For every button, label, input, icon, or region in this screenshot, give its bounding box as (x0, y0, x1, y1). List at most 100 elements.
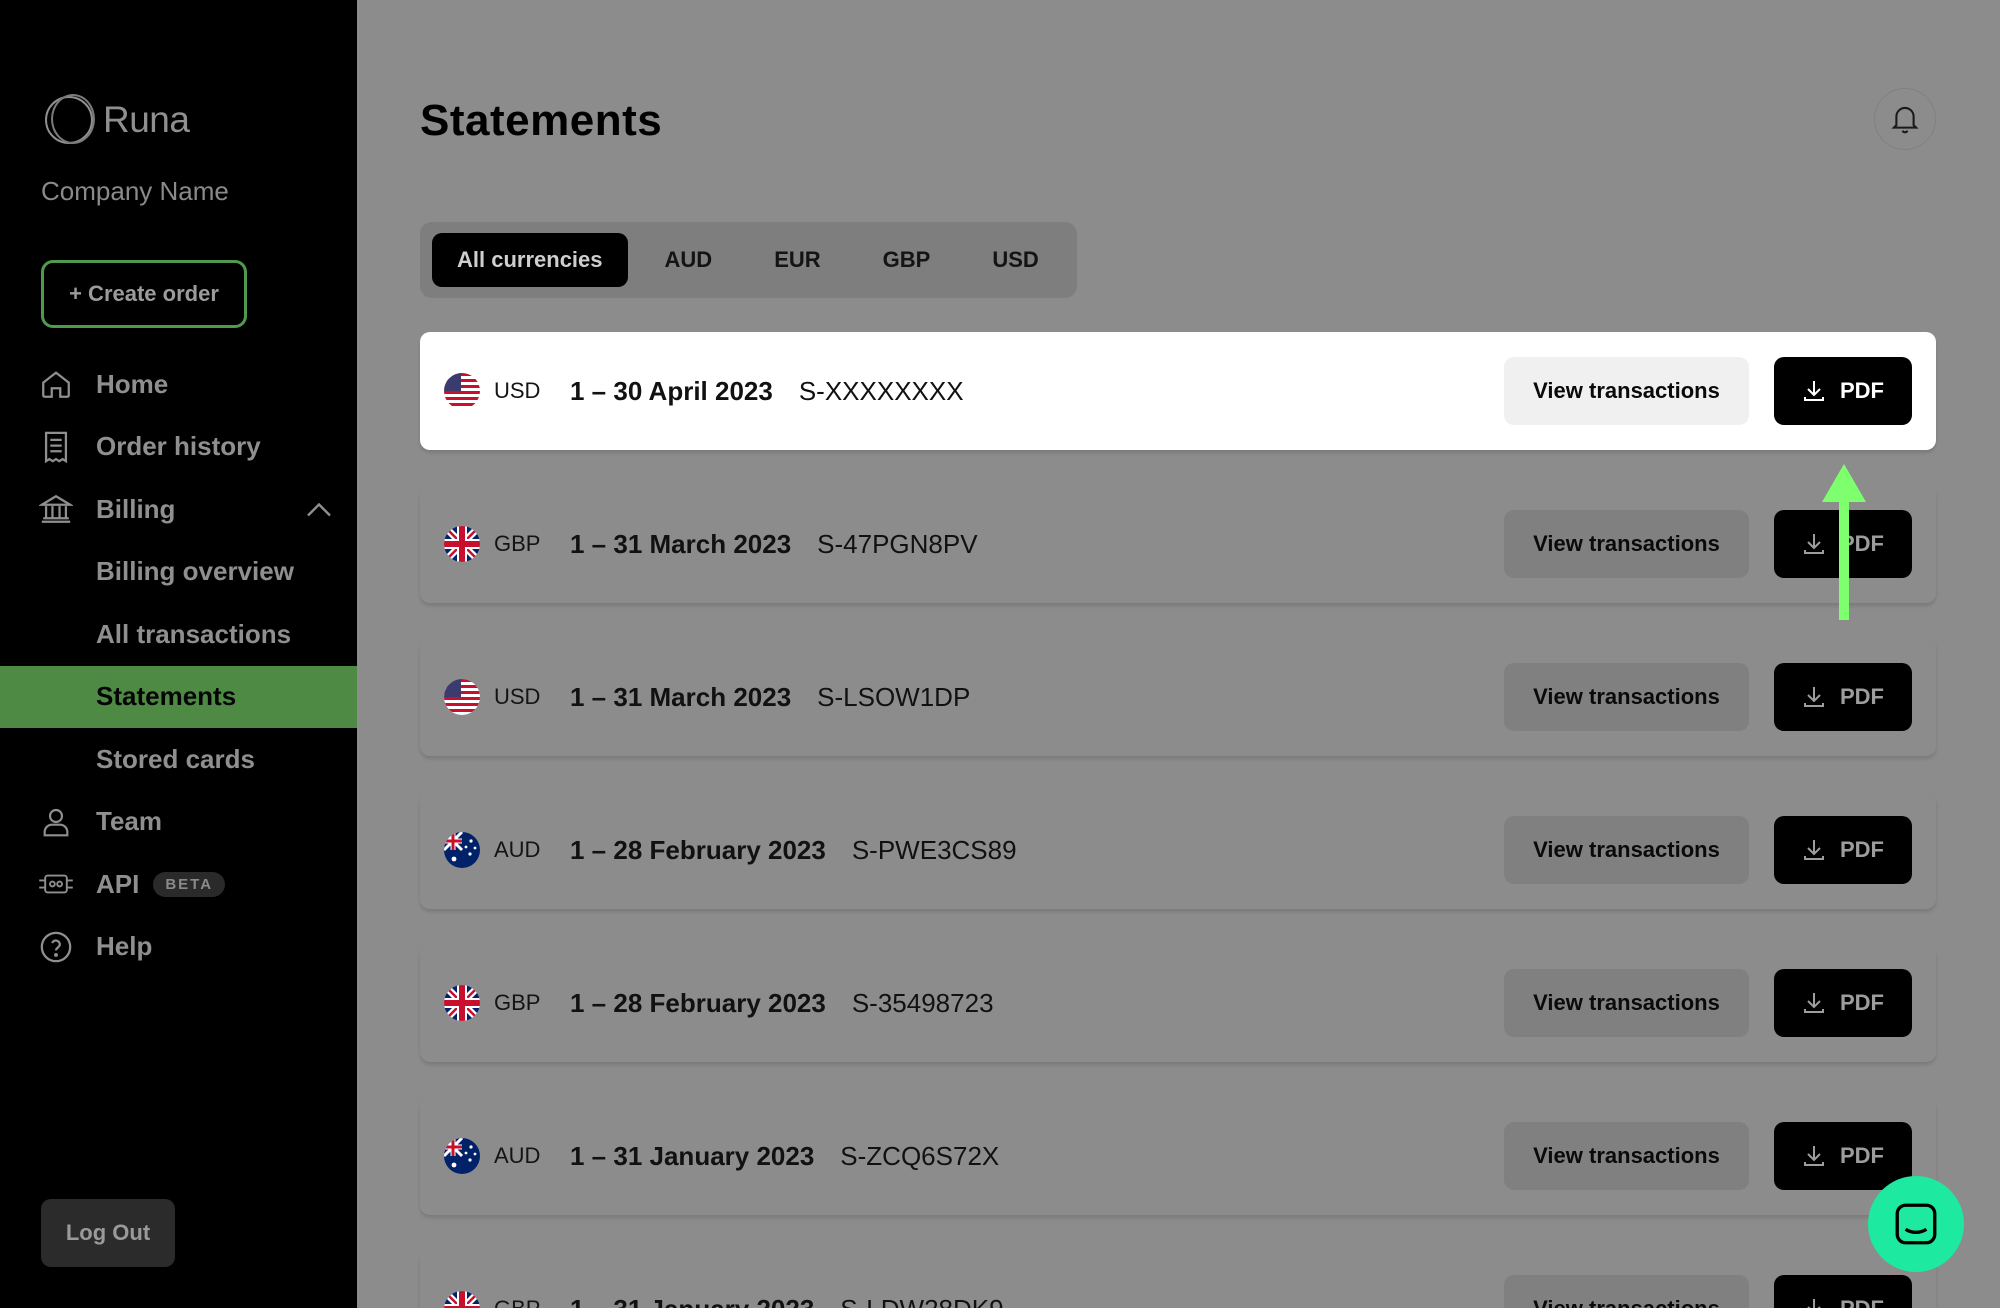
notifications-button[interactable] (1874, 88, 1936, 150)
tab-aud[interactable]: AUD (640, 233, 738, 287)
runa-logo-icon (41, 92, 97, 148)
sidebar-item-label: Stored cards (96, 743, 255, 774)
pdf-label: PDF (1840, 378, 1884, 403)
statement-info: 1 – 28 February 2023 S-PWE3CS89 (570, 835, 1017, 866)
pdf-label: PDF (1840, 837, 1884, 862)
help-icon (38, 929, 74, 965)
view-transactions-button[interactable]: View transactions (1504, 816, 1749, 884)
statement-period: 1 – 31 January 2023 (570, 1140, 815, 1171)
annotation-arrow (1822, 464, 1866, 620)
download-pdf-button[interactable]: PDF (1774, 969, 1912, 1037)
sidebar-item-label: Billing overview (96, 556, 294, 587)
runa-logo[interactable]: Runa (41, 92, 190, 148)
statement-info: 1 – 31 January 2023 S-ZCQ6S72X (570, 1141, 999, 1172)
pdf-label: PDF (1840, 684, 1884, 709)
statement-currency: AUD (494, 1143, 541, 1168)
statement-period: 1 – 31 March 2023 (570, 681, 792, 712)
sidebar-item-label: Order history (96, 431, 261, 462)
chat-widget-button[interactable] (1868, 1176, 1964, 1272)
api-icon (38, 866, 74, 902)
sidebar-item-label: Billing (96, 493, 176, 524)
download-pdf-button[interactable]: PDF (1774, 816, 1912, 884)
create-order-button[interactable]: + Create order (41, 260, 247, 328)
statement-currency: USD (494, 684, 541, 709)
statement-row: AUD 1 – 28 February 2023 S-PWE3CS89 View tr… (420, 791, 1936, 909)
flag-usd-icon (444, 373, 480, 409)
download-icon (1804, 840, 1824, 860)
flag-aud-icon (444, 1138, 480, 1174)
sidebar-item-label: Help (96, 931, 153, 962)
flag-gbp-icon (444, 1291, 480, 1308)
view-transactions-button[interactable]: View transactions (1504, 1122, 1749, 1190)
view-transactions-button[interactable]: View transactions (1504, 510, 1749, 578)
statement-info: 1 – 28 February 2023 S-35498723 (570, 988, 994, 1019)
download-icon (1804, 381, 1824, 401)
statement-row: GBP 1 – 28 February 2023 S-35498723 View tr… (420, 944, 1936, 1062)
pdf-label: PDF (1840, 1296, 1884, 1308)
statement-code: S-LDW28DK9 (840, 1294, 1003, 1308)
sidebar: Runa Company Name + Create order Home Or… (0, 0, 357, 1308)
sidebar-item-order-history[interactable]: Order history (0, 416, 357, 479)
statement-row: GBP 1 – 31 March 2023 S-47PGN8PV View trans… (420, 485, 1936, 603)
statement-info: 1 – 31 March 2023 S-LSOW1DP (570, 682, 970, 713)
bell-icon (1891, 106, 1919, 134)
tab-all-currencies[interactable]: All currencies (432, 233, 628, 287)
statement-info: 1 – 31 March 2023 S-47PGN8PV (570, 529, 978, 560)
download-pdf-button[interactable]: PDF (1774, 357, 1912, 425)
statement-currency: USD (494, 378, 541, 403)
download-icon (1807, 1299, 1821, 1308)
flag-usd-icon (444, 679, 480, 715)
chat-icon (1895, 1203, 1937, 1245)
sidebar-item-billing[interactable]: Billing (0, 478, 357, 541)
sidebar-item-help[interactable]: Help (0, 916, 357, 979)
beta-badge: BETA (153, 871, 226, 897)
sidebar-item-label: Statements (96, 681, 237, 712)
user-icon (38, 804, 74, 840)
sidebar-item-label: API (96, 868, 140, 899)
statement-row: USD 1 – 31 March 2023 S-LSOW1DP View transa… (420, 638, 1936, 756)
view-transactions-button[interactable]: View transactions (1504, 663, 1749, 731)
sidebar-item-stored-cards[interactable]: Stored cards (0, 728, 357, 791)
statement-period: 1 – 28 February 2023 (570, 834, 826, 865)
statement-currency: GBP (494, 1296, 540, 1308)
statement-period: 1 – 30 April 2023 (570, 375, 773, 406)
page-title: Statements (420, 96, 663, 145)
sidebar-nav: Home Order history Billing Billing overv… (0, 353, 357, 978)
tab-gbp[interactable]: GBP (858, 233, 956, 287)
company-name: Company Name (41, 176, 229, 206)
statement-code: S-PWE3CS89 (851, 834, 1017, 865)
view-transactions-button[interactable]: View transactions (1504, 969, 1749, 1037)
flag-gbp-icon (444, 985, 480, 1021)
statement-info: 1 – 30 April 2023 S-XXXXXXXX (570, 376, 964, 407)
pdf-label: PDF (1840, 990, 1884, 1015)
sidebar-item-billing-overview[interactable]: Billing overview (0, 541, 357, 604)
sidebar-item-team[interactable]: Team (0, 791, 357, 854)
sidebar-item-label: Home (96, 368, 169, 399)
view-transactions-button[interactable]: View transactions (1504, 357, 1749, 425)
sidebar-item-label: Team (96, 806, 162, 837)
download-pdf-button[interactable]: PDF (1774, 1122, 1912, 1190)
sidebar-item-home[interactable]: Home (0, 353, 357, 416)
sidebar-item-statements[interactable]: Statements (0, 665, 357, 728)
view-transactions-button[interactable]: View transactions (1504, 1275, 1749, 1308)
download-icon (1804, 993, 1824, 1013)
home-icon (38, 366, 74, 402)
statement-code: S-47PGN8PV (817, 528, 978, 559)
sidebar-item-all-transactions[interactable]: All transactions (0, 603, 357, 666)
download-pdf-button[interactable]: PDF (1774, 1275, 1912, 1308)
download-pdf-button[interactable]: PDF (1774, 663, 1912, 731)
bank-icon (38, 491, 74, 527)
flag-gbp-icon (444, 526, 480, 562)
statement-code: S-35498723 (851, 987, 994, 1018)
logout-button[interactable]: Log Out (41, 1199, 175, 1267)
chevron-up-icon[interactable] (306, 494, 332, 525)
flag-aud-icon (444, 832, 480, 868)
statement-code: S-ZCQ6S72X (840, 1140, 1000, 1171)
pdf-label: PDF (1840, 1143, 1884, 1168)
statement-code: S-XXXXXXXX (798, 375, 964, 406)
currency-tabs: All currencies AUD EUR GBP USD (420, 222, 1077, 298)
tab-usd[interactable]: USD (967, 233, 1063, 287)
sidebar-item-api[interactable]: API BETA (0, 853, 357, 916)
logo-text: Runa (103, 99, 190, 140)
tab-eur[interactable]: EUR (749, 233, 845, 287)
